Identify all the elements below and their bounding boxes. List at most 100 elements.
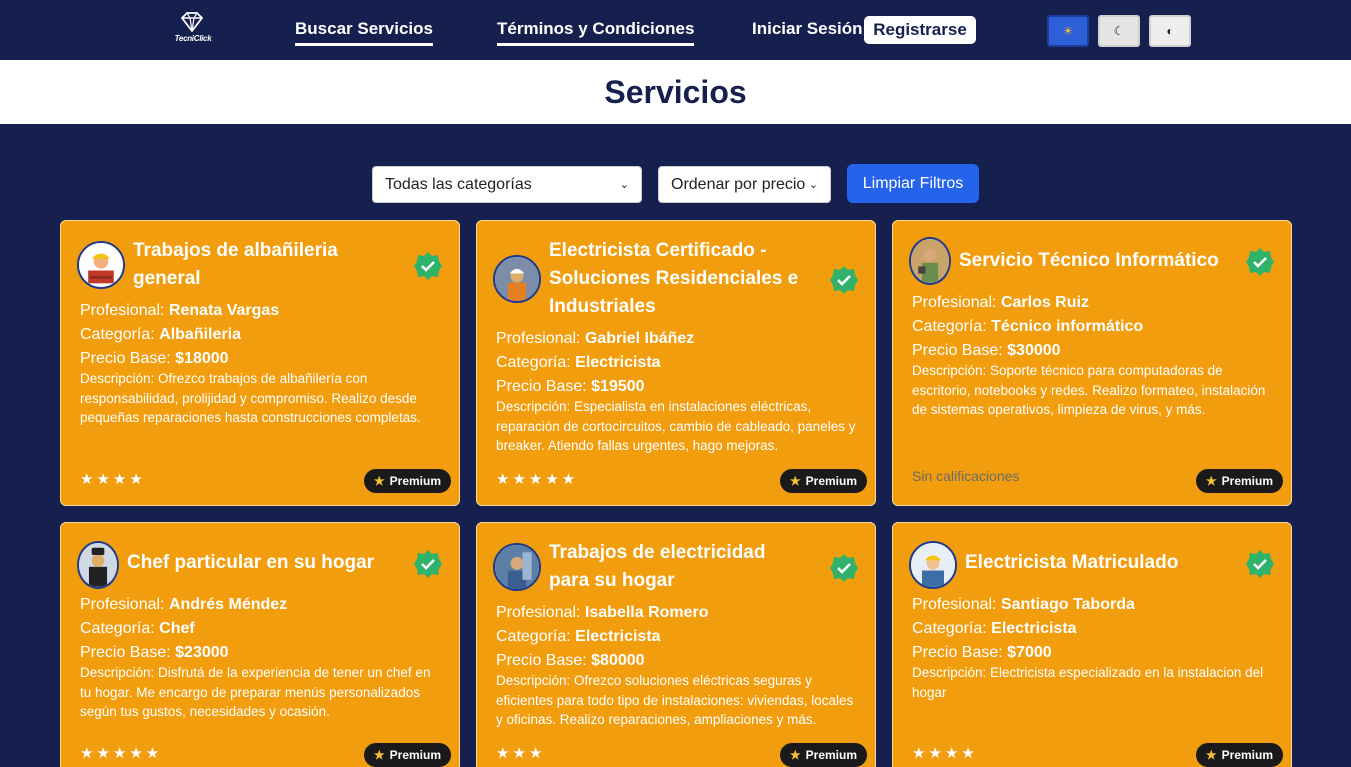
verified-badge-icon: [1246, 248, 1274, 276]
star-icon: ★: [1205, 748, 1217, 762]
price-value: $18000: [175, 350, 229, 367]
category-field: Categoría: Electricista: [496, 354, 661, 371]
price-field: Precio Base: $19500: [496, 378, 645, 395]
card-title[interactable]: Electricista Matriculado: [965, 549, 1225, 577]
category-field: Categoría: Albañileria: [80, 326, 241, 343]
chevron-down-icon: ⌄: [619, 179, 629, 191]
star-icon: ★: [789, 474, 801, 488]
nav-terminos-condiciones[interactable]: Términos y Condiciones: [497, 19, 695, 46]
service-card[interactable]: Servicio Técnico Informático Profesional…: [892, 220, 1292, 506]
theme-dark-button[interactable]: ☾: [1098, 15, 1140, 47]
price-field: Precio Base: $18000: [80, 350, 229, 367]
rating-stars: ★★★★: [80, 471, 146, 488]
nav-buscar-servicios[interactable]: Buscar Servicios: [295, 19, 433, 46]
theme-dim-button[interactable]: ◐: [1149, 15, 1191, 47]
professional-field: Profesional: Andrés Méndez: [80, 596, 288, 613]
premium-badge: ★ Premium: [779, 469, 867, 493]
professional-field: Profesional: Renata Vargas: [80, 302, 280, 319]
category-value: Electricista: [575, 354, 661, 371]
category-field: Categoría: Electricista: [912, 620, 1077, 637]
service-card[interactable]: Electricista Certificado - Soluciones Re…: [476, 220, 876, 506]
category-select[interactable]: Todas las categorías ⌄: [372, 166, 642, 203]
professional-name: Santiago Taborda: [1000, 596, 1135, 613]
category-field: Categoría: Electricista: [496, 628, 661, 645]
rating-stars: ★★★: [496, 745, 546, 762]
diamond-logo-icon: [180, 12, 204, 32]
half-moon-icon: ◐: [1166, 24, 1174, 38]
premium-badge: ★ Premium: [1195, 743, 1283, 767]
service-card[interactable]: Trabajos de electricidad para su hogar P…: [476, 522, 876, 767]
avatar: [909, 237, 951, 285]
logo[interactable]: TecniClick: [168, 12, 218, 46]
premium-badge: ★ Premium: [779, 743, 867, 767]
category-value: Albañileria: [159, 326, 241, 343]
service-card[interactable]: Chef particular en su hogar Profesional:…: [60, 522, 460, 767]
professional-name: Gabriel Ibáñez: [584, 330, 695, 347]
verified-badge-icon: [1246, 550, 1274, 578]
verified-badge-icon: [414, 550, 442, 578]
category-value: Chef: [159, 620, 195, 637]
professional-field: Profesional: Santiago Taborda: [912, 596, 1135, 613]
price-value: $23000: [175, 644, 229, 661]
rating-stars: ★★★★★: [496, 471, 579, 488]
nav-iniciar-sesion[interactable]: Iniciar Sesión: [752, 19, 863, 39]
professional-field: Profesional: Carlos Ruiz: [912, 294, 1089, 311]
price-value: $80000: [591, 652, 645, 669]
star-icon: ★: [1205, 474, 1217, 488]
avatar: [493, 543, 541, 591]
clear-filters-button[interactable]: Limpiar Filtros: [847, 164, 979, 203]
avatar: [493, 255, 541, 303]
rating-stars: ★★★★★: [80, 745, 163, 762]
professional-field: Profesional: Isabella Romero: [496, 604, 709, 621]
order-select[interactable]: Ordenar por precio ⌄: [658, 166, 831, 203]
card-title[interactable]: Chef particular en su hogar: [127, 549, 397, 577]
service-card[interactable]: Electricista Matriculado Profesional: Sa…: [892, 522, 1292, 767]
moon-icon: ☾: [1113, 24, 1125, 38]
rating-stars: ★★★★: [912, 745, 978, 762]
description: Descripción: Ofrezco trabajos de albañil…: [80, 371, 421, 425]
card-title[interactable]: Trabajos de albañileria general: [133, 237, 383, 293]
price-field: Precio Base: $23000: [80, 644, 229, 661]
verified-badge-icon: [830, 266, 858, 294]
description: Descripción: Especialista en instalacion…: [496, 399, 856, 453]
description: Descripción: Electricista especializado …: [912, 665, 1264, 700]
avatar: [77, 241, 125, 289]
service-card[interactable]: Trabajos de albañileria general Profesio…: [60, 220, 460, 506]
order-select-value: Ordenar por precio: [671, 175, 806, 193]
register-button[interactable]: Registrarse: [864, 16, 976, 44]
star-icon: ★: [789, 748, 801, 762]
price-value: $7000: [1007, 644, 1052, 661]
logo-text: TecniClick: [174, 34, 212, 43]
category-value: Electricista: [575, 628, 661, 645]
card-title[interactable]: Electricista Certificado - Soluciones Re…: [549, 237, 809, 321]
description: Descripción: Ofrezco soluciones eléctric…: [496, 673, 854, 727]
price-value: $19500: [591, 378, 645, 395]
price-value: $30000: [1007, 342, 1061, 359]
card-title[interactable]: Servicio Técnico Informático: [959, 247, 1229, 275]
category-value: Electricista: [991, 620, 1077, 637]
star-icon: ★: [373, 474, 385, 488]
verified-badge-icon: [414, 252, 442, 280]
price-field: Precio Base: $80000: [496, 652, 645, 669]
premium-badge: ★ Premium: [1195, 469, 1283, 493]
category-select-value: Todas las categorías: [385, 175, 532, 193]
description: Descripción: Soporte técnico para comput…: [912, 363, 1266, 417]
category-field: Categoría: Técnico informático: [912, 318, 1144, 335]
professional-name: Carlos Ruiz: [1000, 294, 1089, 311]
avatar: [909, 541, 957, 589]
professional-name: Renata Vargas: [168, 302, 280, 319]
card-title[interactable]: Trabajos de electricidad para su hogar: [549, 539, 809, 595]
chevron-down-icon: ⌄: [808, 179, 818, 191]
star-icon: ★: [373, 748, 385, 762]
theme-light-button[interactable]: ☀: [1047, 15, 1089, 47]
price-field: Precio Base: $30000: [912, 342, 1061, 359]
verified-badge-icon: [830, 554, 858, 582]
category-field: Categoría: Chef: [80, 620, 195, 637]
avatar: [77, 541, 119, 589]
professional-name: Andrés Méndez: [168, 596, 288, 613]
no-rating-text: Sin calificaciones: [912, 468, 1020, 484]
sun-icon: ☀: [1062, 24, 1074, 38]
navbar: TecniClick Buscar Servicios Términos y C…: [0, 0, 1351, 60]
page-title: Servicios: [604, 74, 747, 110]
description: Descripción: Disfrutá de la experiencia …: [80, 665, 431, 719]
